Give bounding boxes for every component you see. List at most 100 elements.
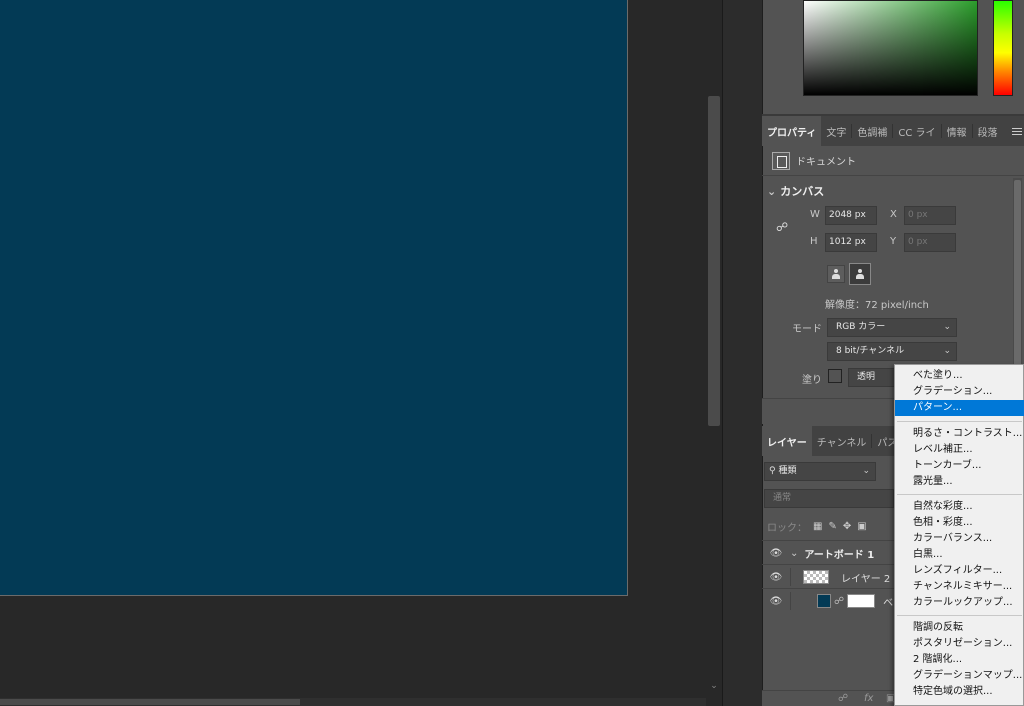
layer-thumbnail [803, 570, 829, 584]
portrait-orientation-button[interactable] [827, 265, 845, 283]
menu-item-levels[interactable]: レベル補正... [895, 442, 1024, 458]
blend-mode-select[interactable]: 通常 [764, 489, 894, 508]
horizontal-scroll-thumb[interactable] [0, 699, 300, 705]
link-layers-icon[interactable]: ☍ [838, 693, 848, 704]
tab-character[interactable]: 文字 [821, 116, 851, 146]
mode-label: モード [792, 324, 822, 335]
visibility-eye-icon[interactable]: 👁 [768, 572, 784, 583]
artboard-canvas[interactable] [0, 0, 628, 596]
x-label: X [890, 209, 897, 220]
fill-select[interactable]: 透明 [848, 368, 896, 387]
layer-name: ベ [883, 597, 894, 609]
menu-separator [897, 494, 1022, 495]
fill-label: 塗り [802, 375, 822, 386]
menu-item-curves[interactable]: トーンカーブ... [895, 458, 1024, 474]
tab-channels[interactable]: チャンネル [812, 426, 872, 456]
landscape-orientation-button[interactable] [849, 263, 871, 285]
layer-mask-thumbnail[interactable] [847, 594, 876, 608]
chevron-down-icon: ⌄ [862, 466, 870, 476]
document-label: ドキュメント [796, 157, 856, 168]
fill-color-thumbnail[interactable] [817, 594, 831, 608]
landscape-icon [856, 269, 864, 279]
layers-divider [762, 540, 894, 541]
fill-color-swatch[interactable] [828, 369, 842, 383]
color-picker-field[interactable] [803, 0, 978, 96]
bit-depth-value: 8 bit/チャンネル [836, 346, 905, 356]
menu-item-exposure[interactable]: 露光量... [895, 474, 1024, 490]
lock-transparent-icon[interactable]: ▦ [813, 521, 822, 532]
link-dimensions-icon[interactable]: ☍ [776, 220, 788, 234]
color-mode-value: RGB カラー [836, 322, 886, 332]
layer-filter-select[interactable]: ⚲ 種類 ⌄ [764, 462, 876, 481]
color-hue-slider[interactable] [993, 0, 1013, 96]
scroll-down-icon[interactable]: ⌄ [708, 680, 720, 692]
visibility-eye-icon[interactable]: 👁 [768, 596, 784, 607]
tab-adjustments[interactable]: 色調補 [852, 116, 892, 146]
lock-position-icon[interactable]: ✥ [843, 521, 851, 532]
menu-item-color-balance[interactable]: カラーバランス... [895, 531, 1024, 547]
lock-artboard-icon[interactable]: ▣ [857, 521, 866, 532]
menu-separator [897, 615, 1022, 616]
width-label: W [810, 209, 820, 220]
artboard-name: アートボード 1 [804, 549, 875, 561]
tab-paragraph[interactable]: 段落 [973, 116, 1003, 146]
menu-separator [897, 421, 1022, 422]
tab-properties[interactable]: プロパティ [762, 116, 822, 146]
new-fill-adjustment-menu: べた塗り... グラデーション... パターン... 明るさ・コントラスト...… [894, 364, 1024, 706]
menu-item-photo-filter[interactable]: レンズフィルター... [895, 563, 1024, 579]
menu-item-posterize[interactable]: ポスタリゼーション... [895, 636, 1024, 652]
resolution-text: 解像度：72 pixel/inch [825, 300, 929, 311]
search-icon: ⚲ [769, 466, 776, 476]
layers-divider [762, 564, 894, 565]
tab-layers[interactable]: レイヤー [762, 426, 812, 456]
canvas-section-header[interactable]: ⌄ カンバス [767, 183, 824, 199]
menu-item-solid-color[interactable]: べた塗り... [895, 368, 1024, 384]
properties-scroll-thumb[interactable] [1014, 180, 1021, 380]
fill-value: 透明 [857, 372, 876, 382]
blend-mode-value: 通常 [773, 493, 792, 503]
panel-menu-icon[interactable] [1012, 116, 1024, 146]
y-label: Y [890, 236, 897, 247]
layers-divider [762, 588, 894, 589]
menu-item-brightness-contrast[interactable]: 明るさ・コントラスト... [895, 426, 1024, 442]
menu-item-channel-mixer[interactable]: チャンネルミキサー... [895, 579, 1024, 595]
color-mode-select[interactable]: RGB カラー ⌄ [827, 318, 957, 337]
link-icon[interactable]: ☍ [834, 596, 844, 607]
menu-item-color-lookup[interactable]: カラールックアップ... [895, 595, 1024, 611]
x-field[interactable]: 0 px [904, 206, 956, 225]
y-field[interactable]: 0 px [904, 233, 956, 252]
menu-item-invert[interactable]: 階調の反転 [895, 620, 1024, 636]
portrait-icon [832, 269, 840, 279]
lock-paint-icon[interactable]: ✎ [828, 521, 836, 532]
menu-item-threshold[interactable]: 2 階調化... [895, 652, 1024, 668]
fx-icon[interactable]: fx [864, 693, 873, 704]
document-header: ドキュメント [762, 146, 1024, 176]
tab-cc-libraries[interactable]: CC ライ [893, 116, 940, 146]
menu-item-gradient[interactable]: グラデーション... [895, 384, 1024, 400]
menu-item-hue-saturation[interactable]: 色相・彩度... [895, 515, 1024, 531]
menu-item-selective-color[interactable]: 特定色域の選択... [895, 684, 1024, 700]
chevron-down-icon[interactable]: ⌄ [767, 185, 776, 198]
tab-info[interactable]: 情報 [942, 116, 972, 146]
layer-filter-value: 種類 [778, 466, 797, 476]
menu-item-pattern[interactable]: パターン... [895, 400, 1024, 416]
lock-row: ロック： ▦ ✎ ✥ ▣ [767, 519, 867, 534]
chevron-down-icon: ⌄ [943, 346, 951, 356]
properties-tab-bar: プロパティ 文字 色調補 CC ライ 情報 段落 [762, 116, 1024, 146]
panel-dock-collapsed [722, 0, 762, 706]
chevron-down-icon[interactable]: ⌄ [790, 548, 798, 559]
width-field[interactable]: 2048 px [825, 206, 877, 225]
layer-name: レイヤー 2 [841, 573, 891, 585]
bit-depth-select[interactable]: 8 bit/チャンネル ⌄ [827, 342, 957, 361]
height-label: H [810, 236, 818, 247]
indent-guide [790, 592, 791, 610]
menu-item-gradient-map[interactable]: グラデーションマップ... [895, 668, 1024, 684]
vertical-scroll-thumb[interactable] [708, 96, 720, 426]
document-icon [772, 151, 790, 170]
menu-item-black-white[interactable]: 白黒... [895, 547, 1024, 563]
visibility-eye-icon[interactable]: 👁 [768, 548, 784, 559]
height-field[interactable]: 1012 px [825, 233, 877, 252]
chevron-down-icon: ⌄ [943, 322, 951, 332]
canvas-section-title: カンバス [780, 185, 825, 198]
menu-item-vibrance[interactable]: 自然な彩度... [895, 499, 1024, 515]
